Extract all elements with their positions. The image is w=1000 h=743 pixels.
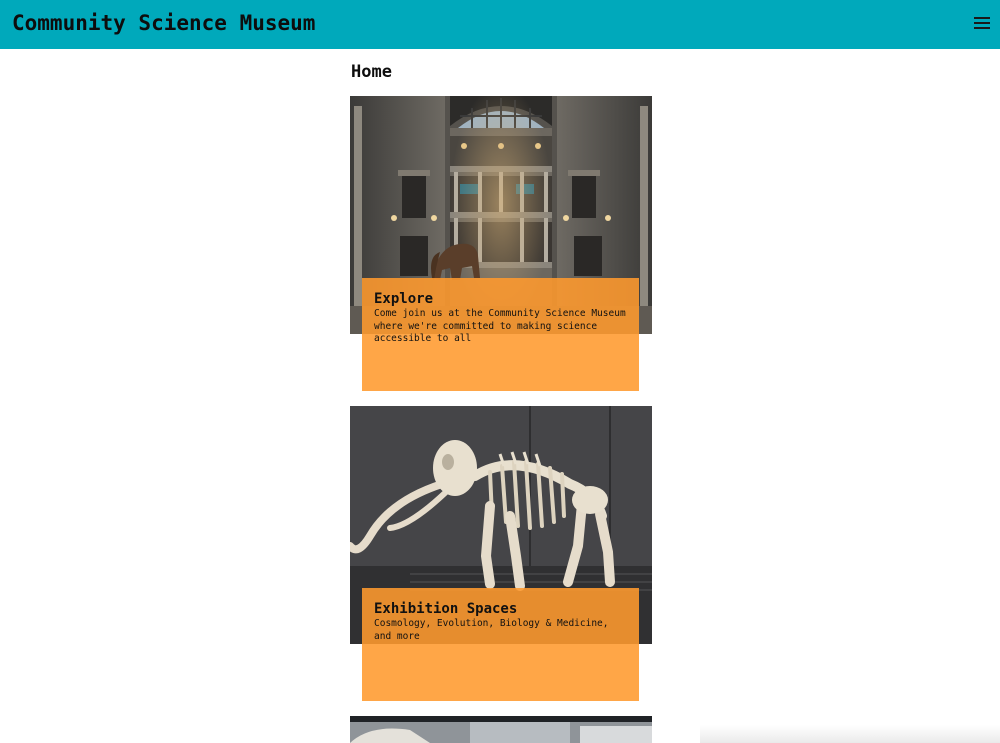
- site-title[interactable]: Community Science Museum: [12, 11, 315, 35]
- exhibit-card[interactable]: [350, 716, 652, 743]
- explore-card-description: Come join us at the Community Science Mu…: [374, 308, 626, 344]
- hamburger-menu-icon[interactable]: [974, 16, 990, 30]
- exhibition-spaces-card-title[interactable]: Exhibition Spaces: [374, 601, 627, 617]
- menu-line: [974, 27, 990, 29]
- exhibition-spaces-card-description: Cosmology, Evolution, Biology & Medicine…: [374, 618, 609, 642]
- site-header: Community Science Museum: [0, 0, 1000, 49]
- explore-caption: Explore Come join us at the Community Sc…: [362, 278, 639, 391]
- exhibition-spaces-card[interactable]: Exhibition Spaces Cosmology, Evolution, …: [350, 406, 652, 701]
- menu-line: [974, 17, 990, 19]
- exhibit-photo[interactable]: [350, 716, 652, 743]
- explore-card[interactable]: Explore Come join us at the Community Sc…: [350, 96, 652, 391]
- explore-card-title[interactable]: Explore: [374, 291, 627, 307]
- exhibition-spaces-caption: Exhibition Spaces Cosmology, Evolution, …: [362, 588, 639, 701]
- scroll-shadow: [700, 725, 1000, 743]
- menu-line: [974, 22, 990, 24]
- page-title: Home: [351, 62, 392, 82]
